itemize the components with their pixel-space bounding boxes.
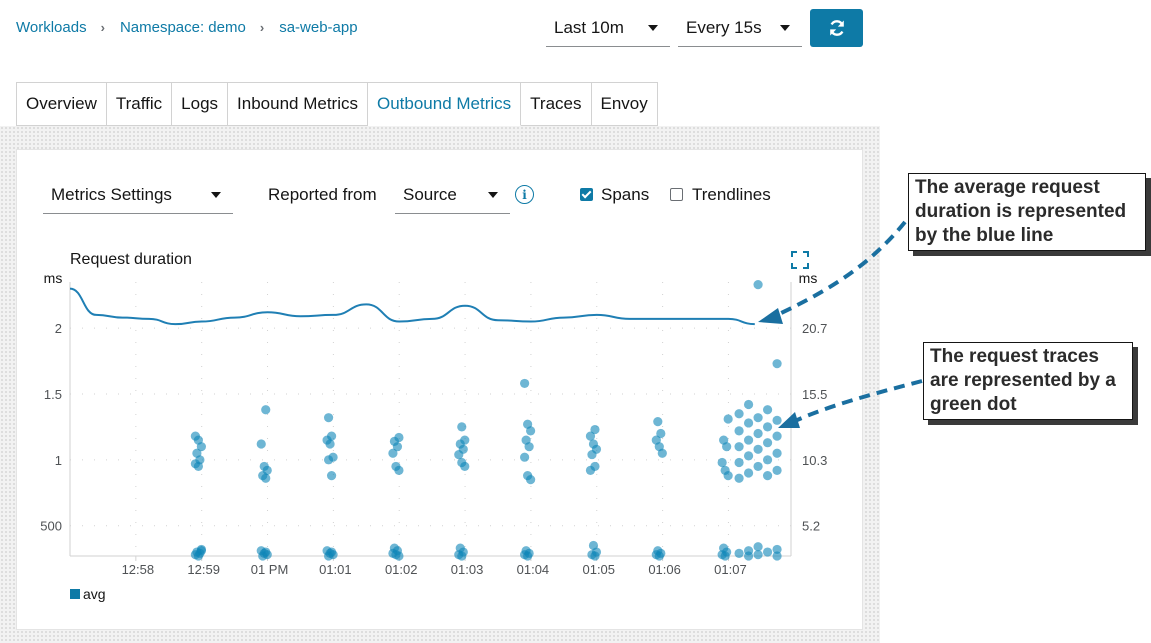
span-dot: [762, 405, 773, 415]
span-dot: [196, 546, 206, 556]
span-dot: [524, 442, 534, 452]
y-right-ticks: 5.2 10.3 15.5 20.7: [802, 321, 827, 534]
span-dot: [753, 550, 763, 560]
x-tick-label: 01:07: [714, 562, 747, 577]
span-dot: [743, 435, 754, 445]
y-left-tick-label: 1.5: [44, 387, 62, 402]
span-dot: [460, 461, 470, 472]
y-left-tick-label: 2: [55, 321, 62, 336]
span-dot: [394, 465, 404, 475]
span-dot: [193, 461, 203, 472]
span-dot: [457, 422, 467, 432]
chart-legend: avg: [70, 586, 106, 602]
x-tick-label: 12:59: [187, 562, 220, 577]
x-tick-label: 01:02: [385, 562, 418, 577]
y-left-ticks: 500 1 1.5 2: [40, 321, 62, 534]
span-dot: [734, 457, 744, 468]
span-dot: [743, 418, 754, 428]
span-dot: [772, 465, 782, 475]
span-dot: [590, 551, 600, 561]
span-dot: [585, 431, 596, 441]
span-dot: [526, 474, 536, 485]
span-dot: [717, 457, 727, 468]
span-dot: [657, 448, 667, 458]
y-right-unit: ms: [799, 270, 818, 286]
callout-traces: The request traces are represented by a …: [923, 342, 1133, 420]
callout-avg-line: The average request duration is represen…: [908, 173, 1146, 251]
span-dot: [261, 405, 271, 415]
span-dot: [654, 551, 664, 561]
span-dot: [323, 413, 334, 423]
x-tick-label: 01 PM: [251, 562, 289, 577]
x-tick-label: 12:58: [122, 562, 155, 577]
y-right-tick-label: 20.7: [802, 321, 827, 336]
span-dot: [753, 444, 763, 454]
span-dot: [734, 548, 744, 558]
span-dot: [526, 426, 536, 436]
span-dot: [325, 439, 335, 449]
span-dot: [753, 413, 763, 423]
span-dot: [772, 448, 782, 458]
x-ticks: 12:58 12:59 01 PM 01:01 01:02 01:03 01:04 01:05…: [122, 556, 747, 577]
span-dot: [388, 448, 398, 458]
span-dot: [743, 399, 754, 410]
y-left-tick-label: 500: [40, 519, 62, 534]
span-dot: [772, 415, 782, 425]
span-dot: [743, 468, 754, 478]
span-dot: [720, 551, 730, 561]
x-tick-label: 01:04: [517, 562, 550, 577]
span-dot: [753, 542, 763, 552]
y-right-tick-label: 10.3: [802, 453, 827, 468]
request-duration-chart: ms ms 50011.52 5.210.315.520.7 12:58 12:5…: [40, 220, 923, 577]
span-dot: [723, 471, 733, 481]
span-dot: [753, 280, 763, 290]
span-dot: [454, 449, 464, 460]
x-tick-label: 01:06: [648, 562, 681, 577]
avg-line: [69, 287, 755, 326]
span-dot: [743, 451, 754, 461]
span-dot: [585, 465, 596, 475]
span-dot: [520, 378, 530, 389]
span-dot: [394, 551, 404, 561]
span-dot: [723, 414, 733, 424]
span-dot: [520, 452, 530, 462]
span-dot: [326, 547, 337, 557]
span-dot: [772, 359, 782, 369]
span-dot: [734, 473, 744, 483]
span-dot: [762, 471, 773, 481]
legend-label-avg: avg: [83, 586, 106, 602]
span-dot: [762, 547, 773, 557]
span-dot: [753, 461, 763, 472]
span-dot: [753, 428, 763, 439]
span-dot: [587, 449, 597, 460]
y-left-unit: ms: [44, 270, 63, 286]
span-dot: [523, 551, 533, 561]
y-right-tick-label: 5.2: [802, 519, 820, 534]
span-dot: [261, 473, 271, 483]
span-dot: [734, 442, 744, 452]
span-dot: [457, 551, 467, 561]
span-dot: [772, 431, 782, 441]
span-dots: [190, 280, 782, 561]
span-dot: [734, 426, 744, 436]
span-dot: [762, 438, 773, 448]
y-left-tick-label: 1: [55, 453, 62, 468]
span-dot: [261, 547, 271, 557]
x-tick-label: 01:05: [582, 562, 615, 577]
span-dot: [256, 439, 266, 449]
y-right-tick-label: 15.5: [802, 387, 827, 402]
span-dot: [762, 422, 773, 432]
span-dot: [772, 551, 782, 561]
span-dot: [653, 417, 663, 427]
span-dot: [326, 471, 337, 481]
span-dot: [734, 409, 744, 419]
annotation-arrows: [758, 220, 923, 428]
span-dot: [762, 455, 773, 465]
span-dot: [743, 551, 754, 561]
legend-swatch: [70, 589, 80, 599]
span-dot: [722, 442, 732, 452]
span-dot: [323, 455, 334, 465]
x-tick-label: 01:03: [451, 562, 484, 577]
x-tick-label: 01:01: [319, 562, 352, 577]
